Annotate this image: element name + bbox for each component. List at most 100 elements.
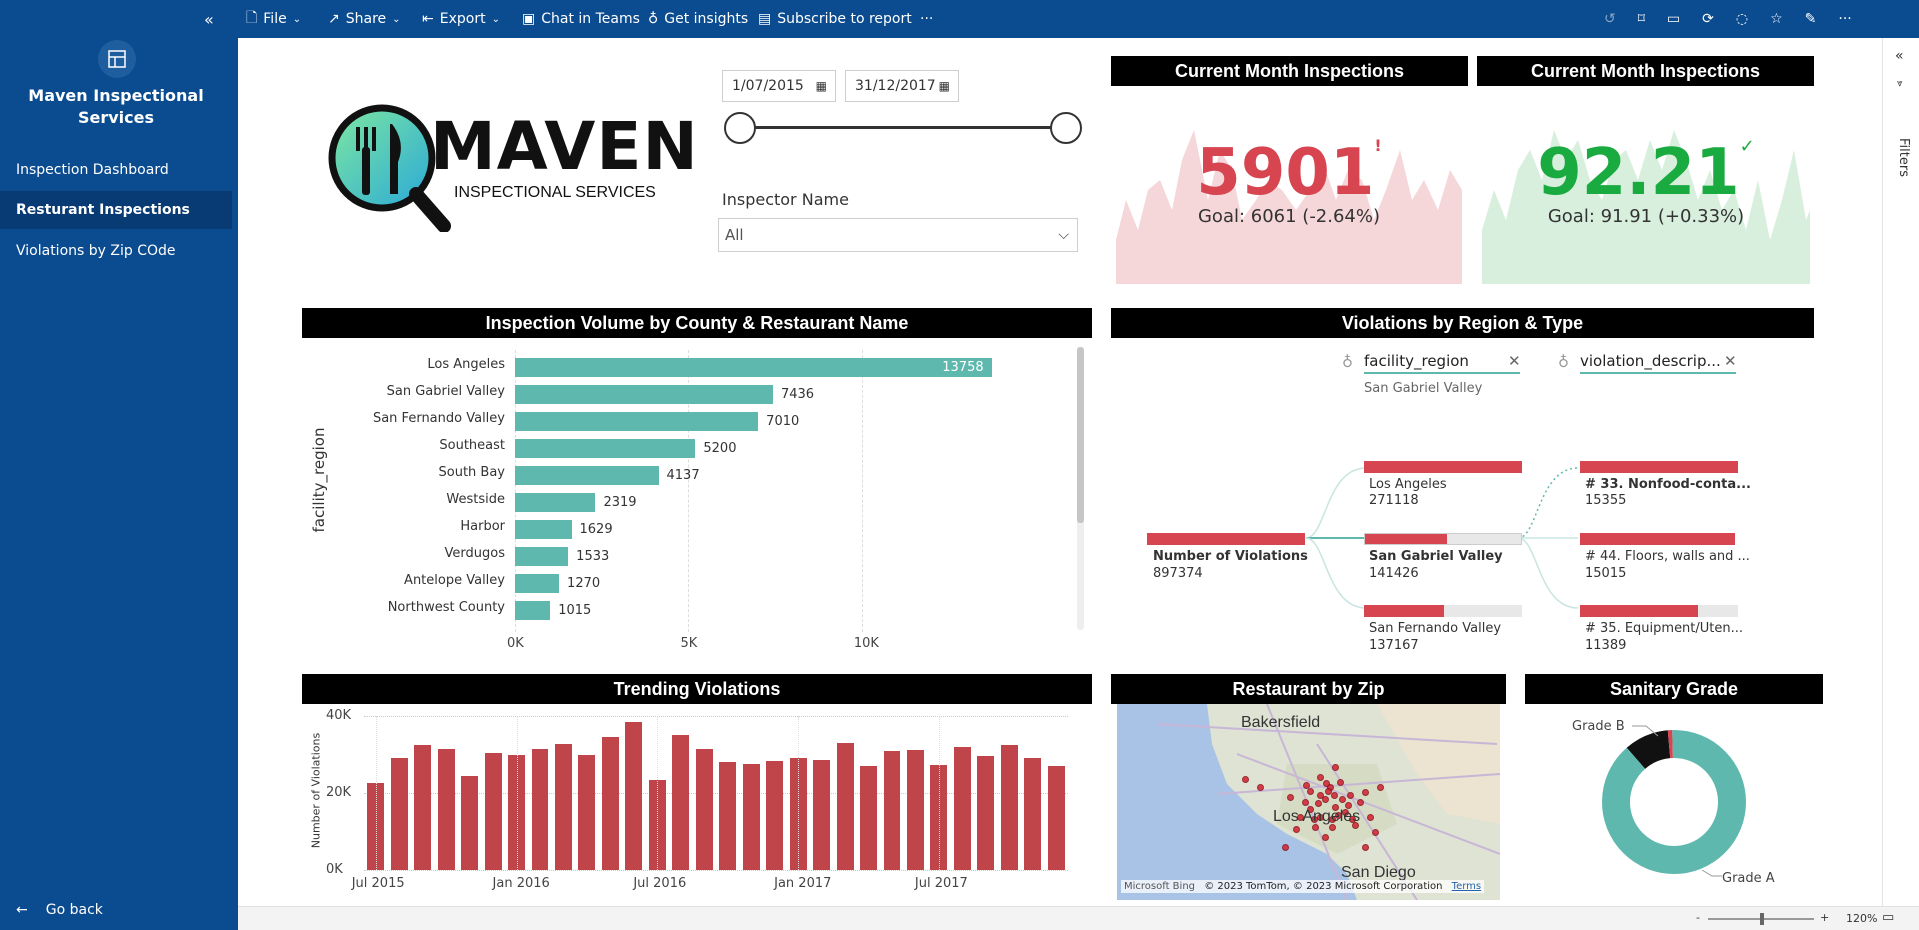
filters-pane[interactable]: « ⩔ Filters xyxy=(1882,38,1919,906)
bar[interactable] xyxy=(484,752,502,870)
zoom-level[interactable]: 120% xyxy=(1846,912,1877,925)
map-point[interactable] xyxy=(1257,784,1264,791)
go-back-button[interactable]: ← Go back xyxy=(16,902,103,918)
map-point[interactable] xyxy=(1339,796,1346,803)
date-slider-end-handle[interactable] xyxy=(1050,112,1082,144)
bar[interactable] xyxy=(601,737,619,870)
chat-in-teams-button[interactable]: ▣ Chat in Teams xyxy=(522,0,640,38)
decomp-level2-header[interactable]: violation_descrip... xyxy=(1580,352,1736,374)
bar[interactable] xyxy=(813,760,831,870)
map-point[interactable] xyxy=(1317,792,1324,799)
bar[interactable] xyxy=(1000,744,1018,870)
map-point[interactable] xyxy=(1322,834,1329,841)
decomp-region-bar[interactable] xyxy=(1364,461,1522,473)
decomp-type-bar[interactable] xyxy=(1580,461,1738,473)
map-point[interactable] xyxy=(1367,814,1374,821)
decomp-type-bar[interactable] xyxy=(1580,533,1735,545)
map-point[interactable] xyxy=(1303,782,1310,789)
subscribe-button[interactable]: ▤ Subscribe to report xyxy=(758,0,912,38)
export-menu-button[interactable]: ⇤ Export ⌄ xyxy=(422,0,500,38)
bookmark-icon[interactable]: ⌑ xyxy=(1638,11,1645,27)
bar[interactable] xyxy=(515,574,560,593)
comment-icon[interactable]: ◌ xyxy=(1736,11,1748,27)
bar[interactable] xyxy=(515,466,659,485)
map-point[interactable] xyxy=(1331,792,1338,799)
decomp-type-bar[interactable] xyxy=(1580,605,1738,617)
share-menu-button[interactable]: ↗ Share ⌄ xyxy=(328,0,401,38)
zoom-in-button[interactable]: + xyxy=(1820,911,1829,924)
fit-page-icon[interactable]: ▭ xyxy=(1882,910,1894,925)
bar[interactable] xyxy=(515,412,759,431)
bar[interactable] xyxy=(860,766,877,870)
map-point[interactable] xyxy=(1302,799,1309,806)
more-icon[interactable]: ··· xyxy=(1838,11,1851,27)
more-options-button[interactable]: ··· xyxy=(920,0,933,38)
bar[interactable] xyxy=(515,547,569,566)
bar[interactable] xyxy=(1024,758,1042,870)
map-point[interactable] xyxy=(1282,844,1289,851)
zoom-slider-thumb[interactable] xyxy=(1760,913,1764,925)
close-icon[interactable]: ✕ xyxy=(1724,352,1737,370)
map-point[interactable] xyxy=(1347,792,1354,799)
date-slider-track[interactable] xyxy=(740,126,1065,129)
bar[interactable] xyxy=(414,744,432,870)
bar[interactable] xyxy=(437,748,455,870)
map-point[interactable] xyxy=(1315,800,1322,807)
map-point[interactable] xyxy=(1362,844,1369,851)
date-slider-start-handle[interactable] xyxy=(724,112,756,144)
refresh-icon[interactable]: ⟳ xyxy=(1702,11,1714,27)
zoom-slider[interactable] xyxy=(1708,913,1814,925)
bar[interactable] xyxy=(742,764,760,870)
map-point[interactable] xyxy=(1332,764,1339,771)
bar[interactable] xyxy=(515,439,696,458)
nav-item-restaurant-inspections[interactable]: Resturant Inspections xyxy=(0,191,232,229)
map-point[interactable] xyxy=(1357,799,1364,806)
chart-scrollbar-thumb[interactable] xyxy=(1077,347,1084,523)
map-point[interactable] xyxy=(1362,789,1369,796)
bar[interactable] xyxy=(907,749,924,870)
bar[interactable] xyxy=(531,748,549,870)
map-point[interactable] xyxy=(1293,826,1300,833)
restaurant-map[interactable]: Bakersfield Los Angeles San Diego Micros… xyxy=(1117,704,1500,900)
view-icon[interactable]: ▭ xyxy=(1667,11,1680,27)
favorite-star-icon[interactable]: ☆ xyxy=(1770,11,1783,27)
calendar-icon[interactable]: ▦ xyxy=(816,71,827,101)
bar[interactable] xyxy=(515,493,596,512)
bar[interactable] xyxy=(461,775,479,870)
bar[interactable] xyxy=(695,748,713,870)
collapse-nav-icon[interactable]: « xyxy=(204,10,214,29)
bar[interactable] xyxy=(883,751,901,870)
decomp-level1-header[interactable]: facility_region xyxy=(1364,352,1520,374)
bar[interactable] xyxy=(836,742,854,870)
collapse-pane-icon[interactable]: « xyxy=(1895,48,1904,64)
decomp-root-bar[interactable] xyxy=(1147,533,1305,545)
chart-scrollbar[interactable] xyxy=(1077,347,1084,630)
bar[interactable] xyxy=(625,721,643,870)
calendar-icon[interactable]: ▦ xyxy=(939,71,950,101)
nav-item-inspection-dashboard[interactable]: Inspection Dashboard xyxy=(0,151,232,189)
zoom-out-button[interactable]: - xyxy=(1696,911,1700,924)
map-point[interactable] xyxy=(1337,779,1344,786)
close-icon[interactable]: ✕ xyxy=(1508,352,1521,370)
bar[interactable] xyxy=(555,743,572,870)
bar[interactable] xyxy=(515,385,773,404)
decomp-region-bar[interactable] xyxy=(1364,605,1522,617)
bar[interactable] xyxy=(390,758,408,870)
bar[interactable] xyxy=(578,754,596,870)
map-point[interactable] xyxy=(1307,788,1314,795)
nav-item-violations-by-zip[interactable]: Violations by Zip COde xyxy=(0,232,232,270)
bar[interactable] xyxy=(515,520,572,539)
map-point[interactable] xyxy=(1377,784,1384,791)
map-point[interactable] xyxy=(1317,774,1324,781)
undo-icon[interactable]: ↺ xyxy=(1604,11,1616,27)
get-insights-button[interactable]: ♁ Get insights xyxy=(648,0,748,38)
bar[interactable] xyxy=(1047,766,1065,870)
decomp-region-bar[interactable] xyxy=(1364,533,1522,545)
file-menu-button[interactable]: 🗋 File ⌄ xyxy=(246,0,301,38)
bar[interactable] xyxy=(977,756,995,870)
bar[interactable] xyxy=(766,761,784,870)
end-date-input[interactable]: 31/12/2017 ▦ xyxy=(845,70,959,102)
inspector-dropdown[interactable]: All ⌵ xyxy=(718,218,1078,252)
bar[interactable] xyxy=(515,358,993,377)
bar[interactable] xyxy=(719,762,737,870)
